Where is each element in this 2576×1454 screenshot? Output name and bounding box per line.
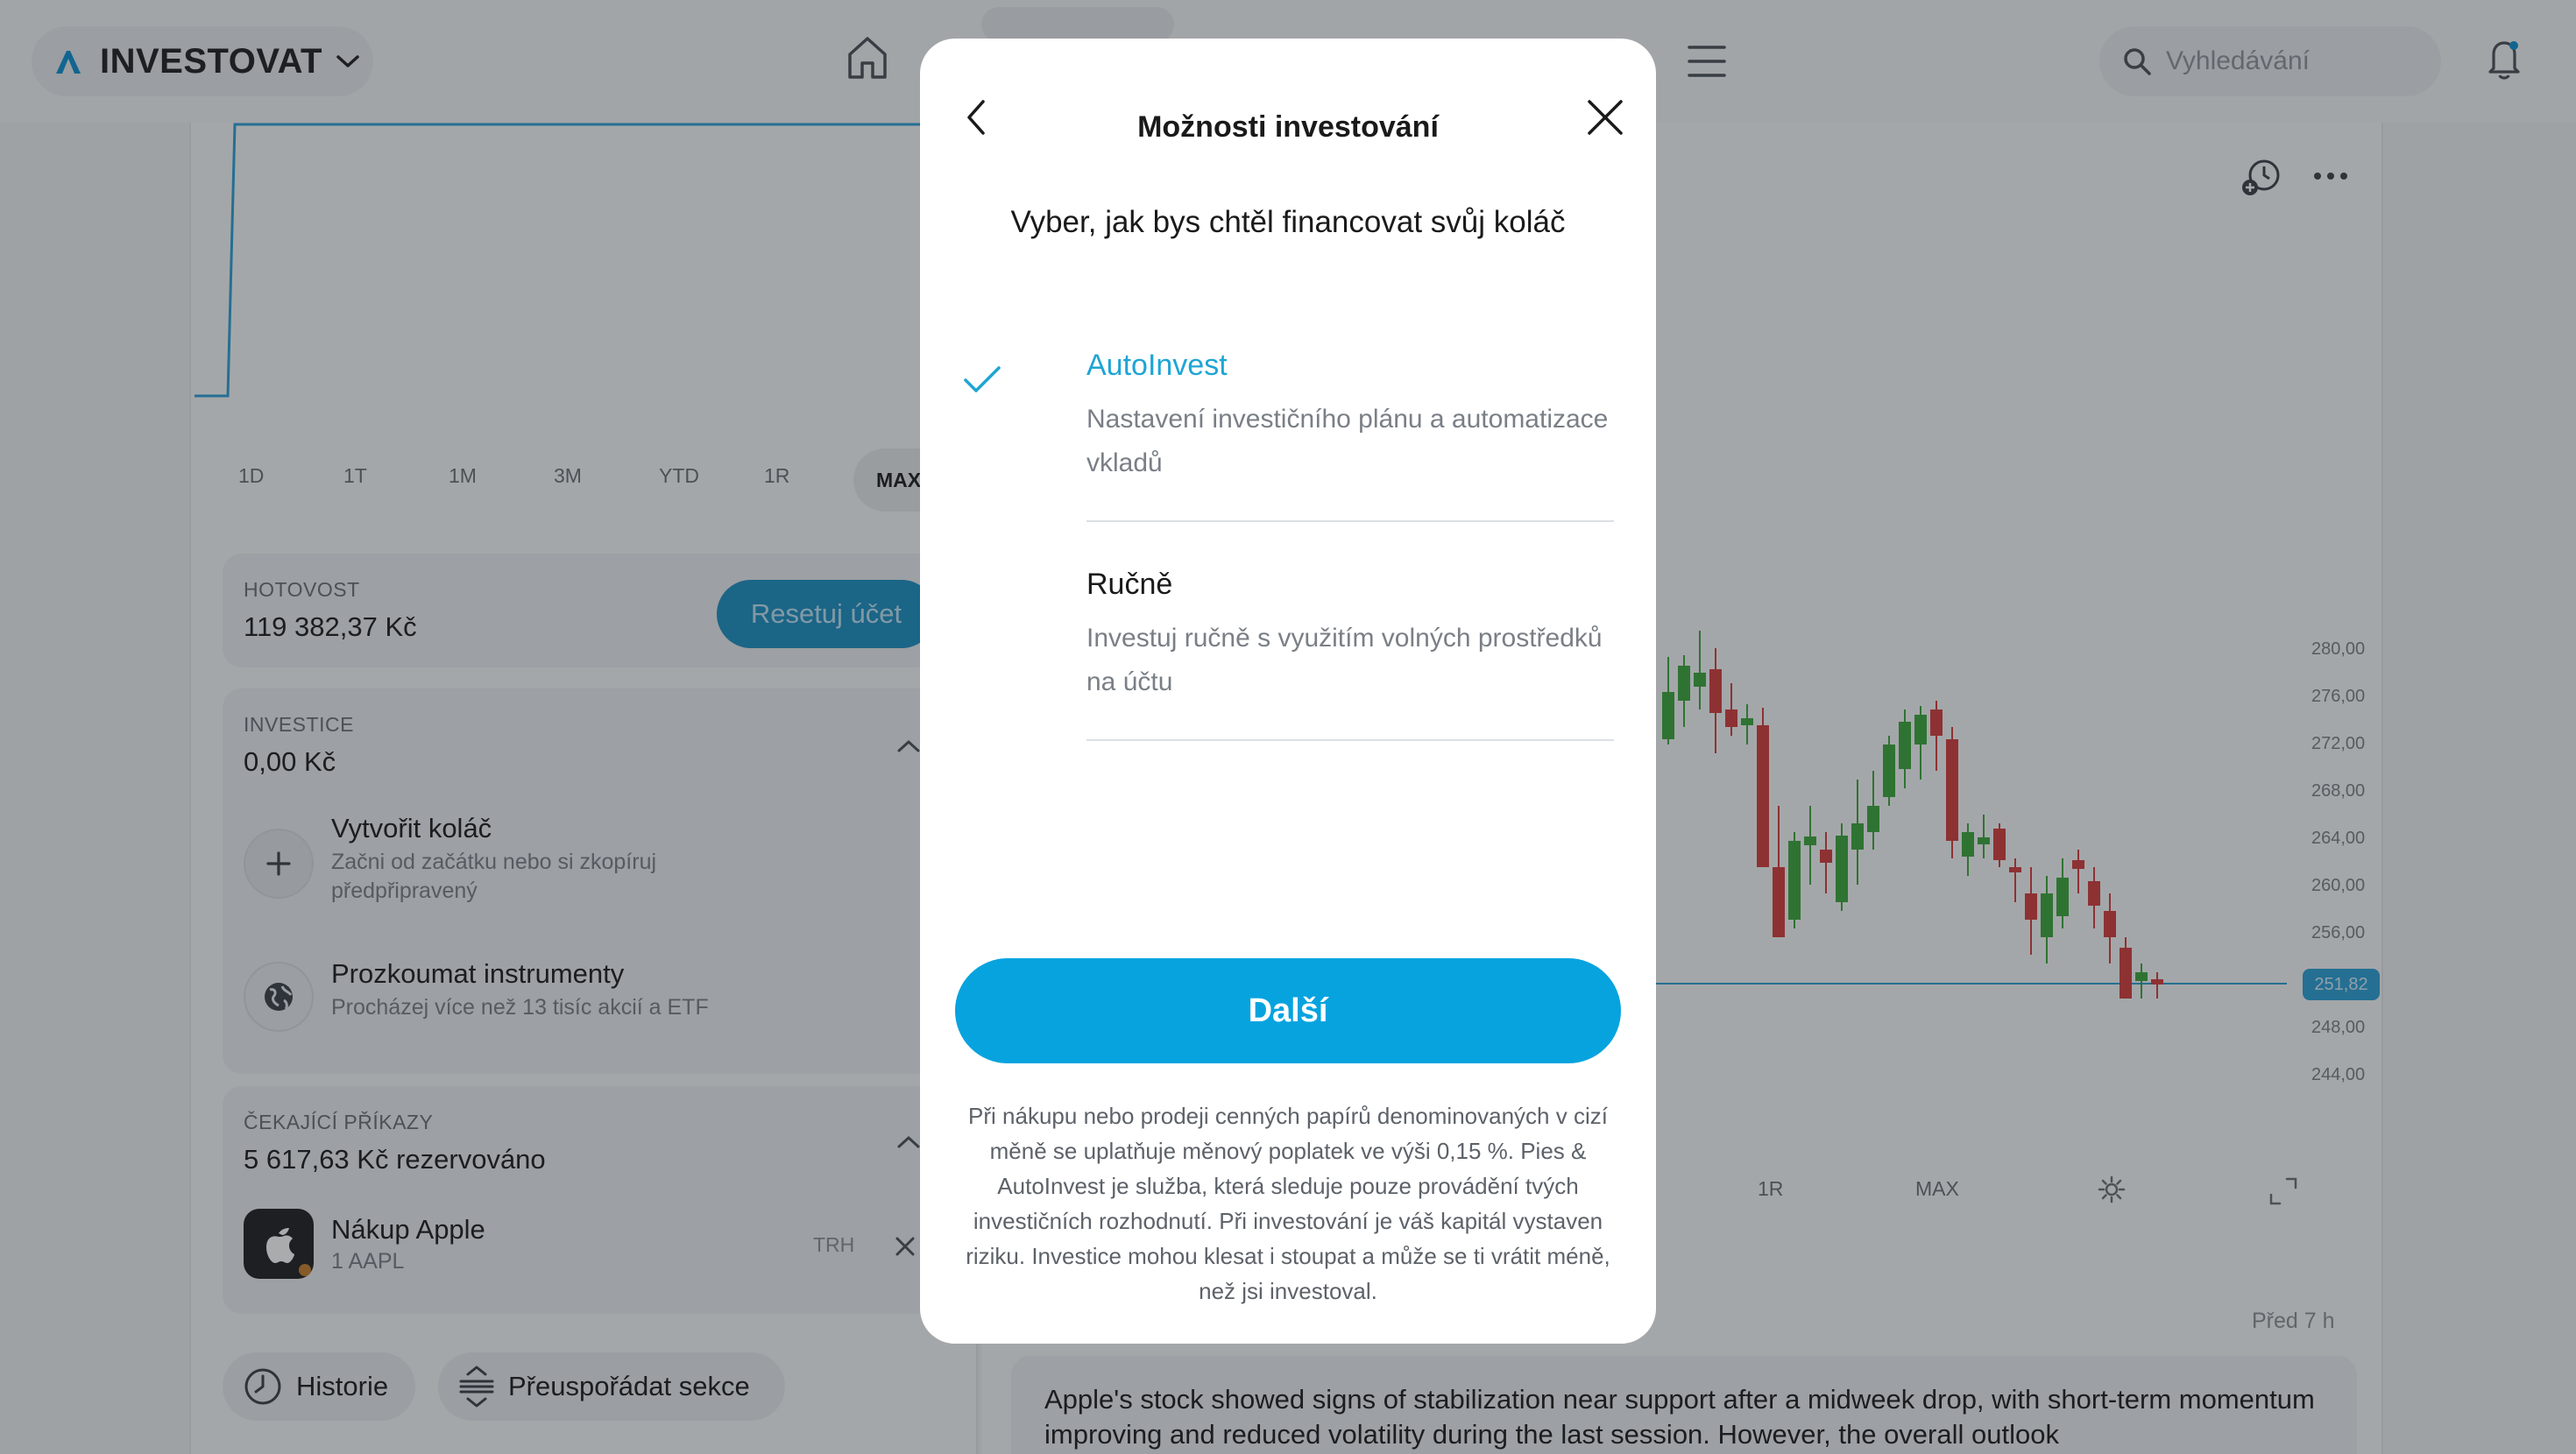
option-autoinvest[interactable]: AutoInvest Nastavení investičního plánu … bbox=[962, 349, 1614, 524]
option-autoinvest-title: AutoInvest bbox=[1086, 349, 1228, 382]
option-autoinvest-desc: Nastavení investičního plánu a automatiz… bbox=[1086, 405, 1609, 477]
option-manual[interactable]: Ručně Investuj ručně s využitím volných … bbox=[962, 568, 1614, 743]
investment-options-modal: Možnosti investování Vyber, jak bys chtě… bbox=[920, 39, 1656, 1344]
next-button[interactable]: Další bbox=[955, 958, 1621, 1063]
option-manual-title: Ručně bbox=[1086, 568, 1173, 601]
option-divider bbox=[1086, 520, 1614, 522]
checkmark-icon bbox=[964, 366, 1001, 392]
close-icon[interactable] bbox=[1579, 91, 1631, 144]
option-divider bbox=[1086, 739, 1614, 741]
modal-title: Možnosti investování bbox=[1137, 110, 1439, 144]
option-manual-desc: Investuj ručně s využitím volných prostř… bbox=[1086, 624, 1603, 696]
fee-disclaimer: Při nákupu nebo prodeji cenných papírů d… bbox=[966, 1103, 1610, 1304]
modal-subtitle: Vyber, jak bys chtěl financovat svůj kol… bbox=[1010, 205, 1566, 239]
